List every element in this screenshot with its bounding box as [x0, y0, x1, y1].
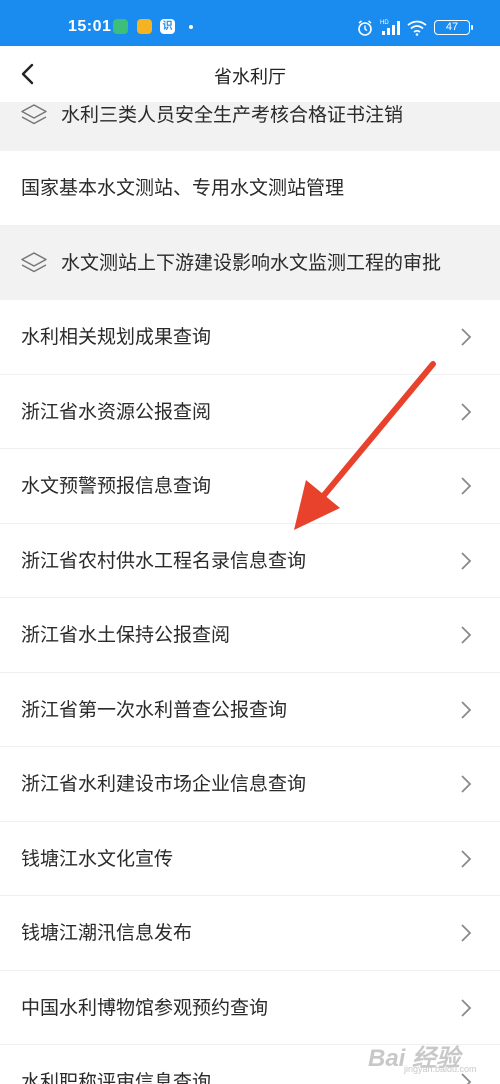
list-item-label: 水利相关规划成果查询: [21, 326, 212, 348]
list-item-label: 浙江省水利建设市场企业信息查询: [21, 773, 307, 795]
list-item[interactable]: 浙江省水利建设市场企业信息查询: [0, 747, 500, 822]
list-item-label: 浙江省农村供水工程名录信息查询: [21, 549, 307, 572]
signal-icon: HD: [380, 20, 400, 35]
nav-bar: 省水利厅: [0, 46, 500, 102]
app-notification-icon-3: 识: [160, 19, 175, 34]
service-list: 水利三类人员安全生产考核合格证书注销 国家基本水文测站、专用水文测站管理 水文测…: [0, 102, 500, 1084]
list-item-label: 钱塘江水文化宣传: [21, 847, 174, 870]
list-item[interactable]: 浙江省农村供水工程名录信息查询: [0, 524, 500, 598]
chevron-right-icon: [461, 700, 472, 719]
svg-text:HD: HD: [380, 20, 389, 26]
message-notification-icon: [137, 19, 152, 34]
list-item[interactable]: 浙江省水土保持公报查阅: [0, 598, 500, 673]
list-item-plain[interactable]: 国家基本水文测站、专用水文测站管理: [0, 151, 500, 226]
list-item-label: 国家基本水文测站、专用水文测站管理: [21, 177, 345, 199]
chevron-right-icon: [461, 998, 472, 1017]
list-item-label: 水利职称评审信息查询: [21, 1071, 212, 1084]
alarm-icon: [358, 20, 372, 36]
watermark-subtext: jingyan.baidu.com: [404, 1064, 477, 1074]
list-item-label: 水文测站上下游建设影响水文监测工程的审批: [61, 251, 442, 274]
list-item-label: 浙江省第一次水利普查公报查询: [21, 698, 288, 721]
list-item[interactable]: 水利相关规划成果查询: [0, 300, 500, 375]
wifi-icon: [407, 20, 427, 36]
watermark: Bai 经验 jingyan.baidu.com: [368, 1026, 488, 1076]
list-item-label: 水利三类人员安全生产考核合格证书注销: [61, 104, 404, 126]
list-item[interactable]: 浙江省水资源公报查阅: [0, 375, 500, 449]
layers-icon: [21, 104, 47, 125]
status-bar: 15:01 识 HD 47: [0, 0, 500, 46]
chevron-right-icon: [461, 328, 472, 346]
list-item-grey[interactable]: 水利三类人员安全生产考核合格证书注销: [0, 102, 500, 151]
chevron-right-icon: [461, 626, 472, 644]
list-item-label: 浙江省水资源公报查阅: [21, 400, 212, 423]
more-notifications-dot-icon: [189, 25, 193, 29]
list-item[interactable]: 水文预警预报信息查询: [0, 449, 500, 524]
list-item-label: 水文预警预报信息查询: [21, 475, 212, 497]
chevron-right-icon: [461, 402, 472, 421]
chevron-right-icon: [461, 551, 472, 570]
list-item-label: 中国水利博物馆参观预约查询: [21, 996, 269, 1019]
chevron-right-icon: [461, 924, 472, 942]
app-notification-icon: [113, 19, 128, 34]
chevron-right-icon: [461, 477, 472, 495]
status-time: 15:01: [68, 18, 112, 35]
battery-icon: 47: [434, 20, 473, 35]
list-item[interactable]: 钱塘江水文化宣传: [0, 822, 500, 896]
list-item[interactable]: 钱塘江潮汛信息发布: [0, 896, 500, 971]
list-item[interactable]: 浙江省第一次水利普查公报查询: [0, 673, 500, 747]
list-item-grey[interactable]: 水文测站上下游建设影响水文监测工程的审批: [0, 225, 500, 300]
list-item-label: 钱塘江潮汛信息发布: [21, 922, 193, 944]
chevron-right-icon: [461, 849, 472, 868]
page-title: 省水利厅: [214, 67, 286, 88]
list-item-label: 浙江省水土保持公报查阅: [21, 624, 231, 646]
chevron-right-icon: [461, 775, 472, 793]
layers-icon: [21, 251, 47, 272]
